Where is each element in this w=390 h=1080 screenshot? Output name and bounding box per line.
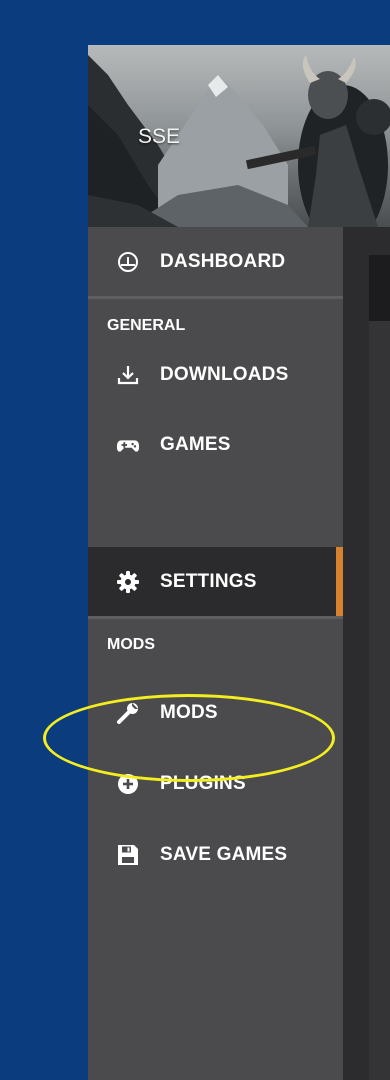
app-window: SSE DASHBOARD GENERAL DOWNLOADS GAMES SE… [88,45,390,1080]
section-label-mods: MODS [107,636,155,653]
game-tag: SSE [138,125,181,148]
sidebar-item-label: DOWNLOADS [160,364,289,385]
sidebar-item-label: DASHBOARD [160,251,286,272]
sidebar: DASHBOARD GENERAL DOWNLOADS GAMES SETTIN… [88,227,343,1080]
sidebar-item-label: GAMES [160,434,231,455]
sidebar-divider [88,296,343,299]
gear-icon [116,570,140,594]
main-content-area [343,227,390,1080]
plus-circle-icon [116,772,140,796]
sidebar-item-label: SAVE GAMES [160,844,288,865]
sidebar-item-label: SETTINGS [160,571,257,592]
sidebar-item-plugins[interactable]: PLUGINS [88,749,343,819]
gamepad-icon [116,433,140,457]
sidebar-divider [88,616,343,619]
wrench-icon [116,701,140,725]
sidebar-item-dashboard[interactable]: DASHBOARD [88,227,343,297]
sidebar-item-games[interactable]: GAMES [88,410,343,480]
download-icon [116,363,140,387]
sidebar-item-save-games[interactable]: SAVE GAMES [88,820,343,890]
sidebar-item-settings[interactable]: SETTINGS [88,547,343,617]
sidebar-item-label: PLUGINS [160,773,246,794]
floppy-disk-icon [116,843,140,867]
banner-artwork [88,55,390,227]
sidebar-item-label: MODS [160,702,218,723]
sidebar-item-downloads[interactable]: DOWNLOADS [88,340,343,410]
game-banner: SSE [88,45,390,227]
content-panel [369,321,390,1080]
section-label-general: GENERAL [107,317,186,334]
sidebar-item-mods[interactable]: MODS [88,678,343,748]
content-toolbar [369,255,390,321]
dashboard-gauge-icon [116,250,140,274]
